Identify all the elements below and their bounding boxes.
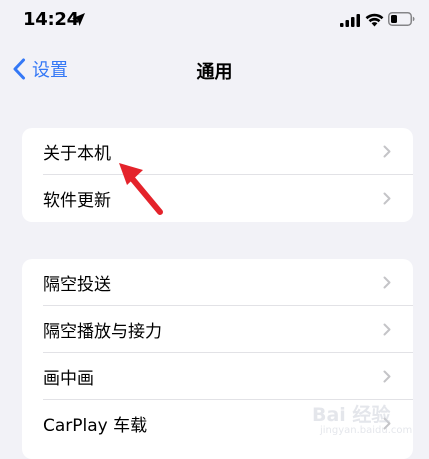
location-arrow-icon — [72, 13, 85, 26]
list-item-airdrop[interactable]: 隔空投送 — [22, 259, 413, 306]
list-item-picture-in-picture[interactable]: 画中画 — [22, 353, 413, 400]
list-item-label: 画中画 — [43, 369, 94, 389]
chevron-right-icon — [383, 370, 391, 383]
list-item-label: 隔空投送 — [43, 275, 111, 295]
list-item-about[interactable]: 关于本机 — [22, 128, 413, 175]
watermark: Bai 经验 jingyan.baidu.com — [312, 398, 416, 442]
list-item-label: 软件更新 — [43, 191, 111, 211]
chevron-right-icon — [383, 323, 391, 336]
chevron-right-icon — [383, 145, 391, 158]
list-item-label: 隔空播放与接力 — [43, 322, 162, 342]
page-title: 通用 — [196, 62, 233, 83]
settings-group-about: 关于本机 软件更新 — [22, 128, 413, 222]
watermark-url: jingyan.baidu.com — [320, 425, 413, 436]
navigation-bar: 设置 通用 — [0, 48, 429, 92]
wifi-icon — [365, 13, 384, 27]
list-item-airplay-handoff[interactable]: 隔空播放与接力 — [22, 306, 413, 353]
watermark-logo: Bai 经验 — [312, 404, 391, 426]
chevron-right-icon — [383, 192, 391, 205]
annotation-arrow-icon — [119, 163, 163, 215]
list-item-label: CarPlay 车载 — [43, 416, 148, 436]
cellular-signal-icon — [340, 14, 360, 27]
list-item-software-update[interactable]: 软件更新 — [22, 175, 413, 222]
battery-icon — [388, 12, 415, 26]
list-item-label: 关于本机 — [43, 144, 111, 164]
chevron-right-icon — [383, 276, 391, 289]
status-bar: 14:24 — [0, 0, 429, 40]
